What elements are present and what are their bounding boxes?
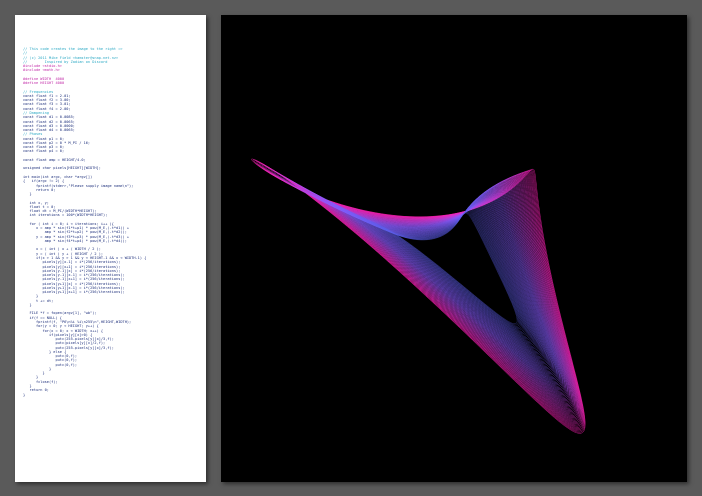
source-code: // This code creates the image to the ri… [23, 47, 204, 397]
harmonograph-drawing [251, 158, 586, 434]
code-page: // This code creates the image to the ri… [15, 15, 206, 482]
harmonograph-image [221, 15, 687, 482]
code-line: } [23, 392, 26, 397]
